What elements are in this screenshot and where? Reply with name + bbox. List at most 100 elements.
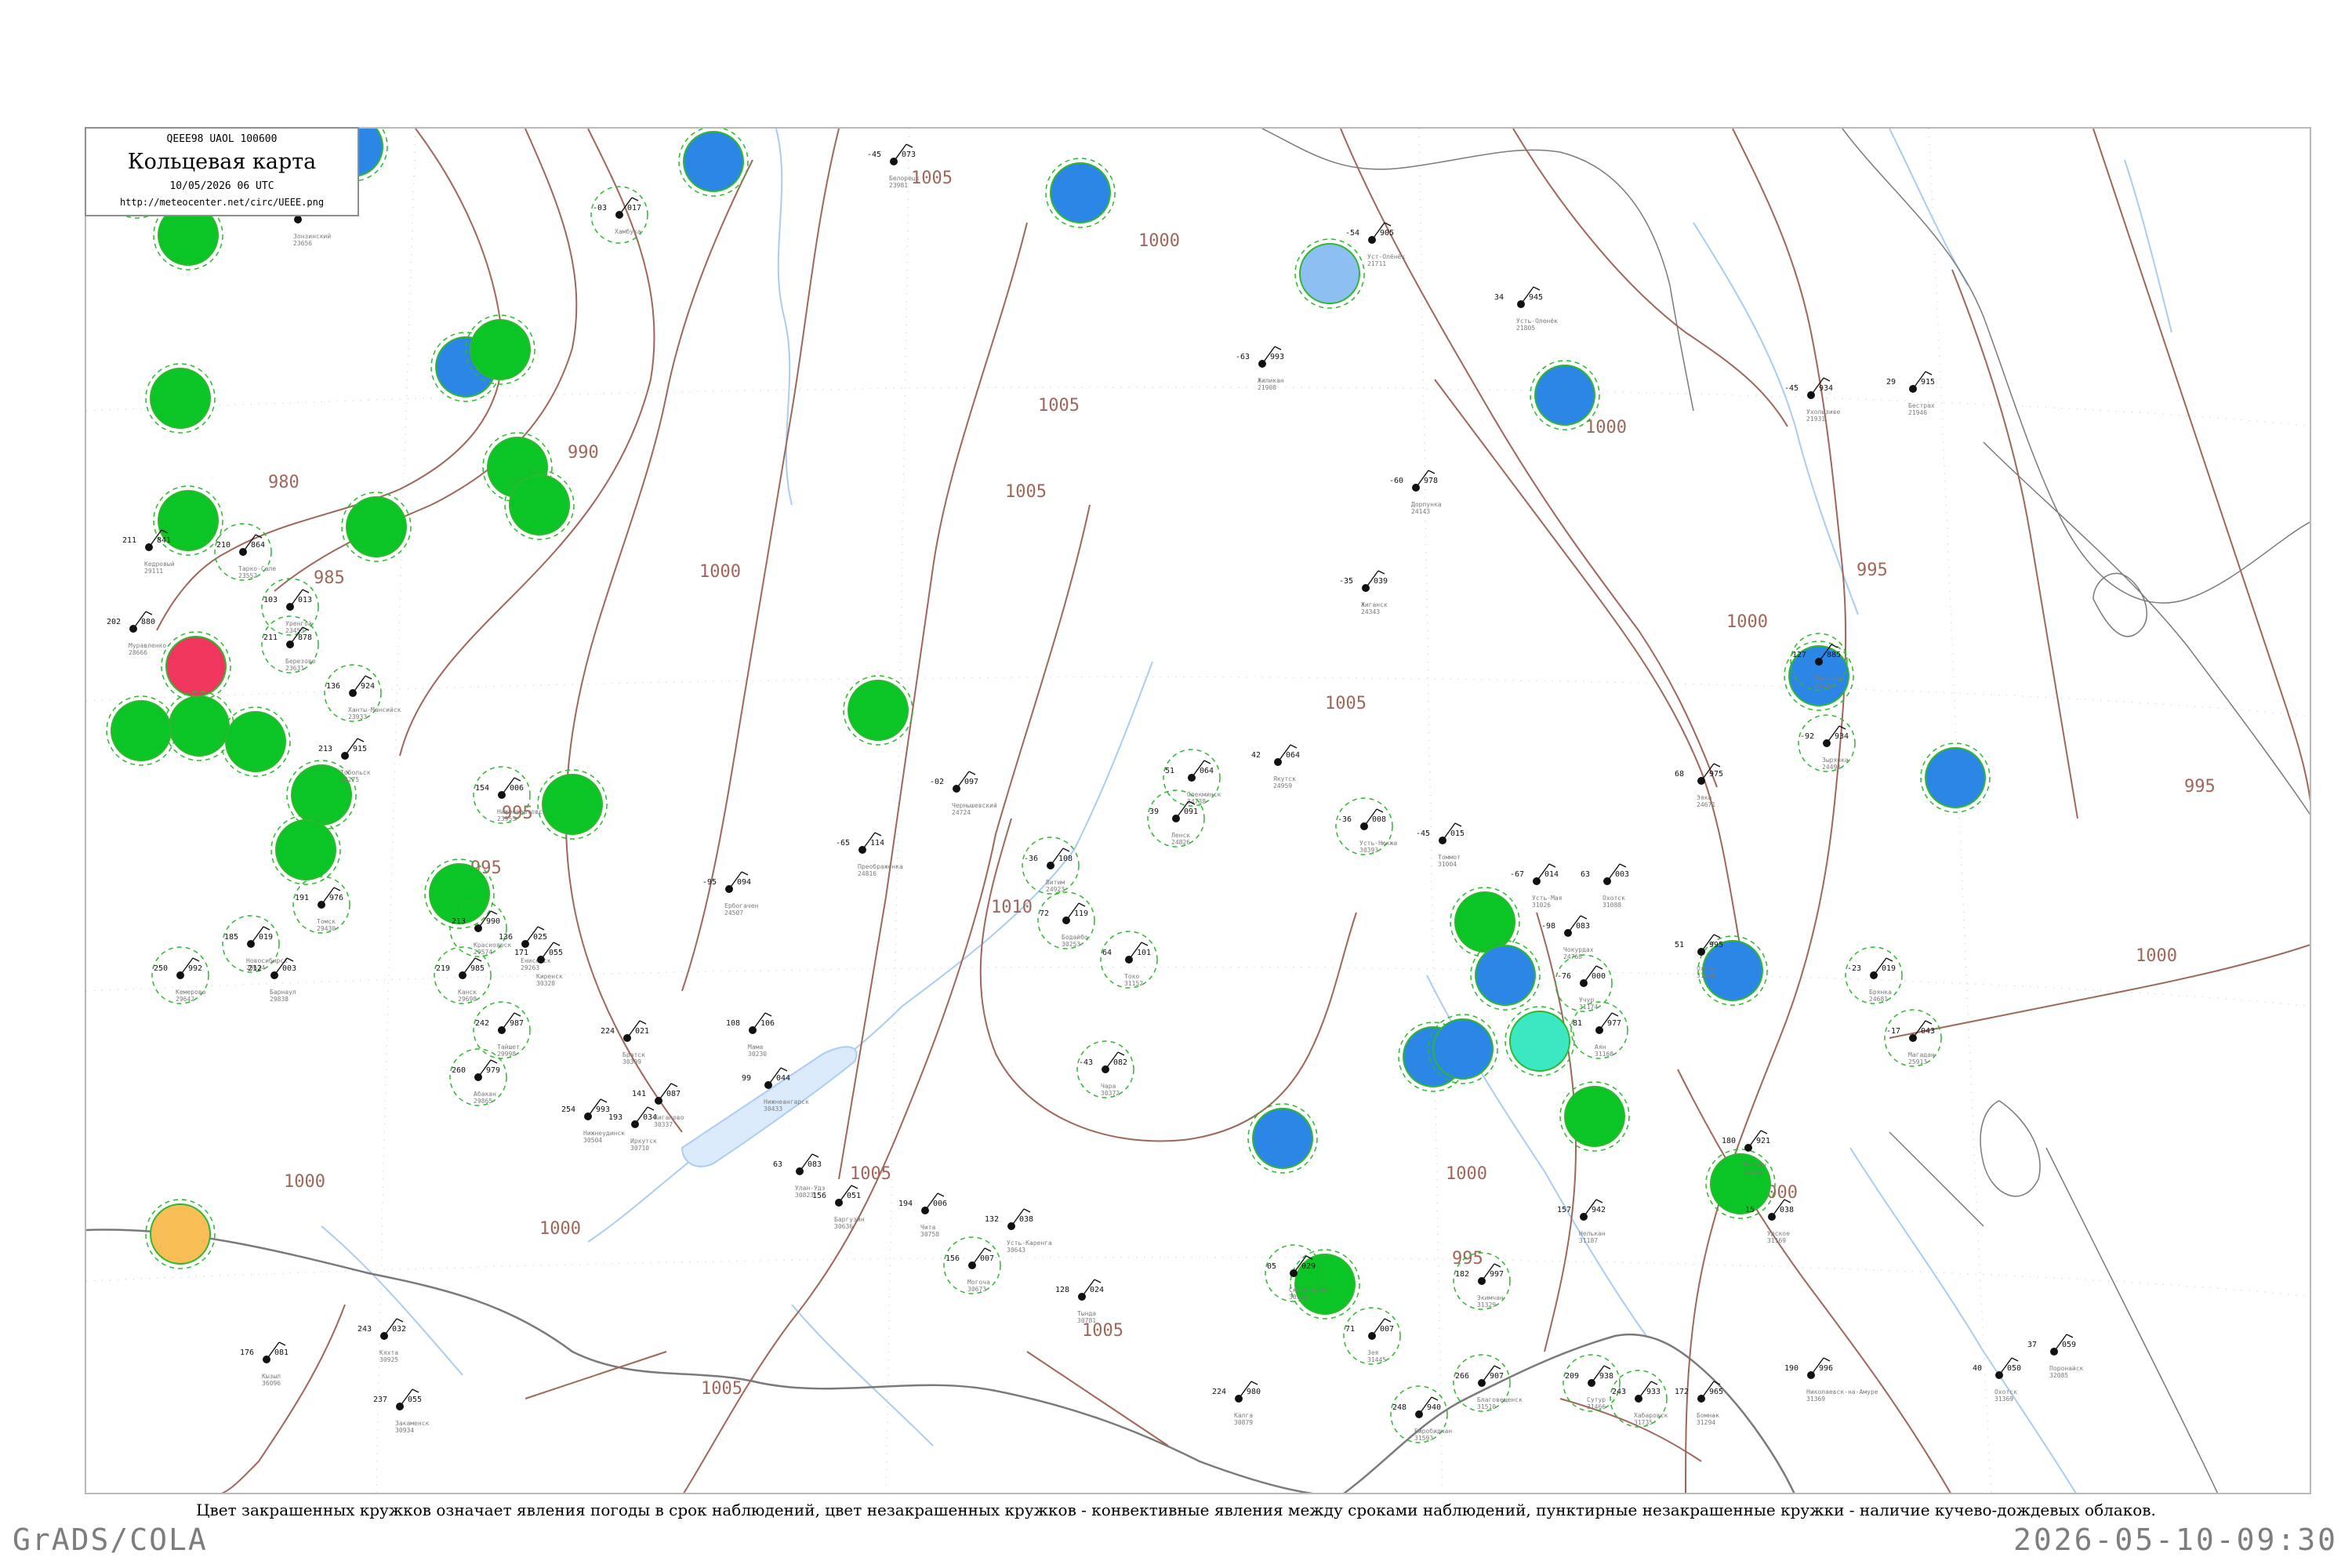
station-name: Дорпунка <box>1411 501 1442 508</box>
station-plot: -02 097 Чернышевский24724 <box>930 771 997 816</box>
station-pressure: 059 <box>2062 1341 2076 1349</box>
station-wmo-id: 30965 <box>1289 1294 1308 1301</box>
map-frame: 1005 1000 1005 1005 1000 990 980 985 995… <box>85 127 2311 1494</box>
station-wmo-id: 31168 <box>1595 1051 1613 1058</box>
wind-barb-feather <box>1141 942 1149 946</box>
isobar-label: 1005 <box>1038 396 1080 416</box>
station-temperature: 81 <box>1573 1019 1582 1028</box>
station-temperature: 212 <box>248 964 262 973</box>
station-wmo-id: 24681 <box>1869 996 1888 1003</box>
weather-ring-green <box>220 706 291 777</box>
station-temperature: 63 <box>1581 870 1590 879</box>
weather-ring-green <box>537 769 608 840</box>
station-temperature: 63 <box>773 1160 782 1169</box>
station-wmo-id: 31088 <box>1697 972 1715 979</box>
station-pressure: 055 <box>549 949 563 957</box>
station-pressure: 073 <box>902 151 916 159</box>
station-plot: -65 114 Преображенка24816 <box>836 832 903 877</box>
station-temperature: 190 <box>1784 1364 1798 1373</box>
station-name: Витим <box>1046 879 1065 886</box>
station-name: Охотск <box>1994 1388 2017 1396</box>
isobar-label: 1005 <box>850 1164 891 1184</box>
station-pressure: 087 <box>666 1090 681 1098</box>
wind-barb-feather <box>851 1185 858 1189</box>
station-name: Канск <box>458 989 477 996</box>
station-pressure: 934 <box>1835 732 1849 741</box>
station-pressure: 942 <box>1592 1206 1606 1214</box>
wind-barb-feather <box>1428 470 1436 474</box>
station-name: Енисейск <box>521 957 551 964</box>
wind-barb-feather <box>639 1020 647 1025</box>
station-name: Могоча <box>967 1279 990 1286</box>
station-name: Мыткин <box>1744 1161 1766 1168</box>
station-name: Белорецк <box>889 175 920 182</box>
station-name: Удское <box>1767 1230 1790 1237</box>
wind-barb-feather <box>1595 965 1603 970</box>
station-wmo-id: 24382 <box>1814 682 1833 689</box>
station-wmo-id: 30372 <box>1101 1090 1120 1097</box>
station-wmo-id: 31510 <box>1477 1403 1496 1410</box>
wind-barb-feather <box>286 957 294 962</box>
station-temperature: 213 <box>318 745 332 753</box>
station-pressure: 013 <box>298 596 312 604</box>
isobar-label: 1000 <box>284 1172 325 1192</box>
station-pressure: 091 <box>1184 808 1198 816</box>
wind-barb-feather <box>764 1012 772 1017</box>
station-name: Братск <box>622 1051 645 1058</box>
station-temperature: -45 <box>1416 829 1430 838</box>
station-name: Усть-Оленёк <box>1516 318 1558 325</box>
wind-barb-feather <box>1619 863 1627 868</box>
wind-barb-feather <box>1431 1396 1439 1401</box>
isobar-label: 980 <box>268 473 299 492</box>
station-plot: 132 038 Усть-Каренга30643 <box>985 1208 1052 1254</box>
station-pressure: 841 <box>157 536 171 545</box>
station-pressure: 006 <box>510 784 524 793</box>
station-name: Бестрах <box>1908 402 1935 409</box>
isobar-label: 985 <box>314 568 345 588</box>
station-plot: -36 008 Усть-Нюкжа30393 <box>1335 797 1397 855</box>
wind-barb-feather <box>365 675 372 680</box>
station-name: Чернышевский <box>952 802 997 809</box>
station-wmo-id: 31294 <box>1697 1419 1715 1426</box>
station-pressure: 996 <box>1819 1364 1833 1373</box>
observation-date: 10/05/2026 06 UTC <box>169 180 274 192</box>
station-pressure: 924 <box>361 682 375 691</box>
station-wmo-id: 29574 <box>474 949 492 956</box>
station-pressure: 965 <box>1709 1388 1723 1396</box>
weather-ring-green <box>341 492 412 562</box>
wind-barb-feather <box>874 832 882 837</box>
station-temperature: -03 <box>593 204 607 212</box>
station-temperature: -36 <box>1024 855 1038 863</box>
station-pressure: 940 <box>1427 1403 1441 1412</box>
station-plot: -35 039 Жиганск24343 <box>1339 570 1388 615</box>
station-name: Аян <box>1595 1044 1606 1051</box>
station-temperature: -76 <box>1557 972 1571 981</box>
wind-barb-feather <box>1611 1012 1619 1017</box>
station-name: Баргузин <box>834 1216 865 1223</box>
station-pressure: 987 <box>510 1019 524 1028</box>
wind-barb-feather <box>647 1106 655 1111</box>
station-wmo-id: 24343 <box>1361 608 1380 615</box>
station-pressure: 114 <box>870 839 884 848</box>
station-temperature: -65 <box>836 839 850 848</box>
weather-ring-green <box>1559 1081 1630 1152</box>
station-temperature: 103 <box>263 596 278 604</box>
isobar-label: 995 <box>1857 561 1888 580</box>
station-temperature: 254 <box>561 1105 575 1114</box>
wind-barb-feather <box>412 1388 419 1393</box>
station-plot: 224 980 Калга30879 <box>1212 1381 1261 1426</box>
station-plot: 248 940 Биробиджан31593 <box>1390 1385 1452 1443</box>
station-temperature: -95 <box>702 878 717 887</box>
wind-barb-feather <box>1831 644 1838 648</box>
station-pressure: 083 <box>808 1160 822 1169</box>
station-temperature: 266 <box>1455 1372 1469 1381</box>
station-temperature: 209 <box>1565 1372 1579 1381</box>
station-wmo-id: 24507 <box>724 909 743 916</box>
station-pressure: 880 <box>141 618 155 626</box>
station-wmo-id: 31152 <box>1124 980 1143 987</box>
station-wmo-id: 32085 <box>2049 1372 2068 1379</box>
station-pressure: 007 <box>1380 1325 1394 1334</box>
station-temperature: -23 <box>1847 964 1861 973</box>
station-temperature: 185 <box>224 933 238 942</box>
station-pressure: 039 <box>1374 577 1388 586</box>
